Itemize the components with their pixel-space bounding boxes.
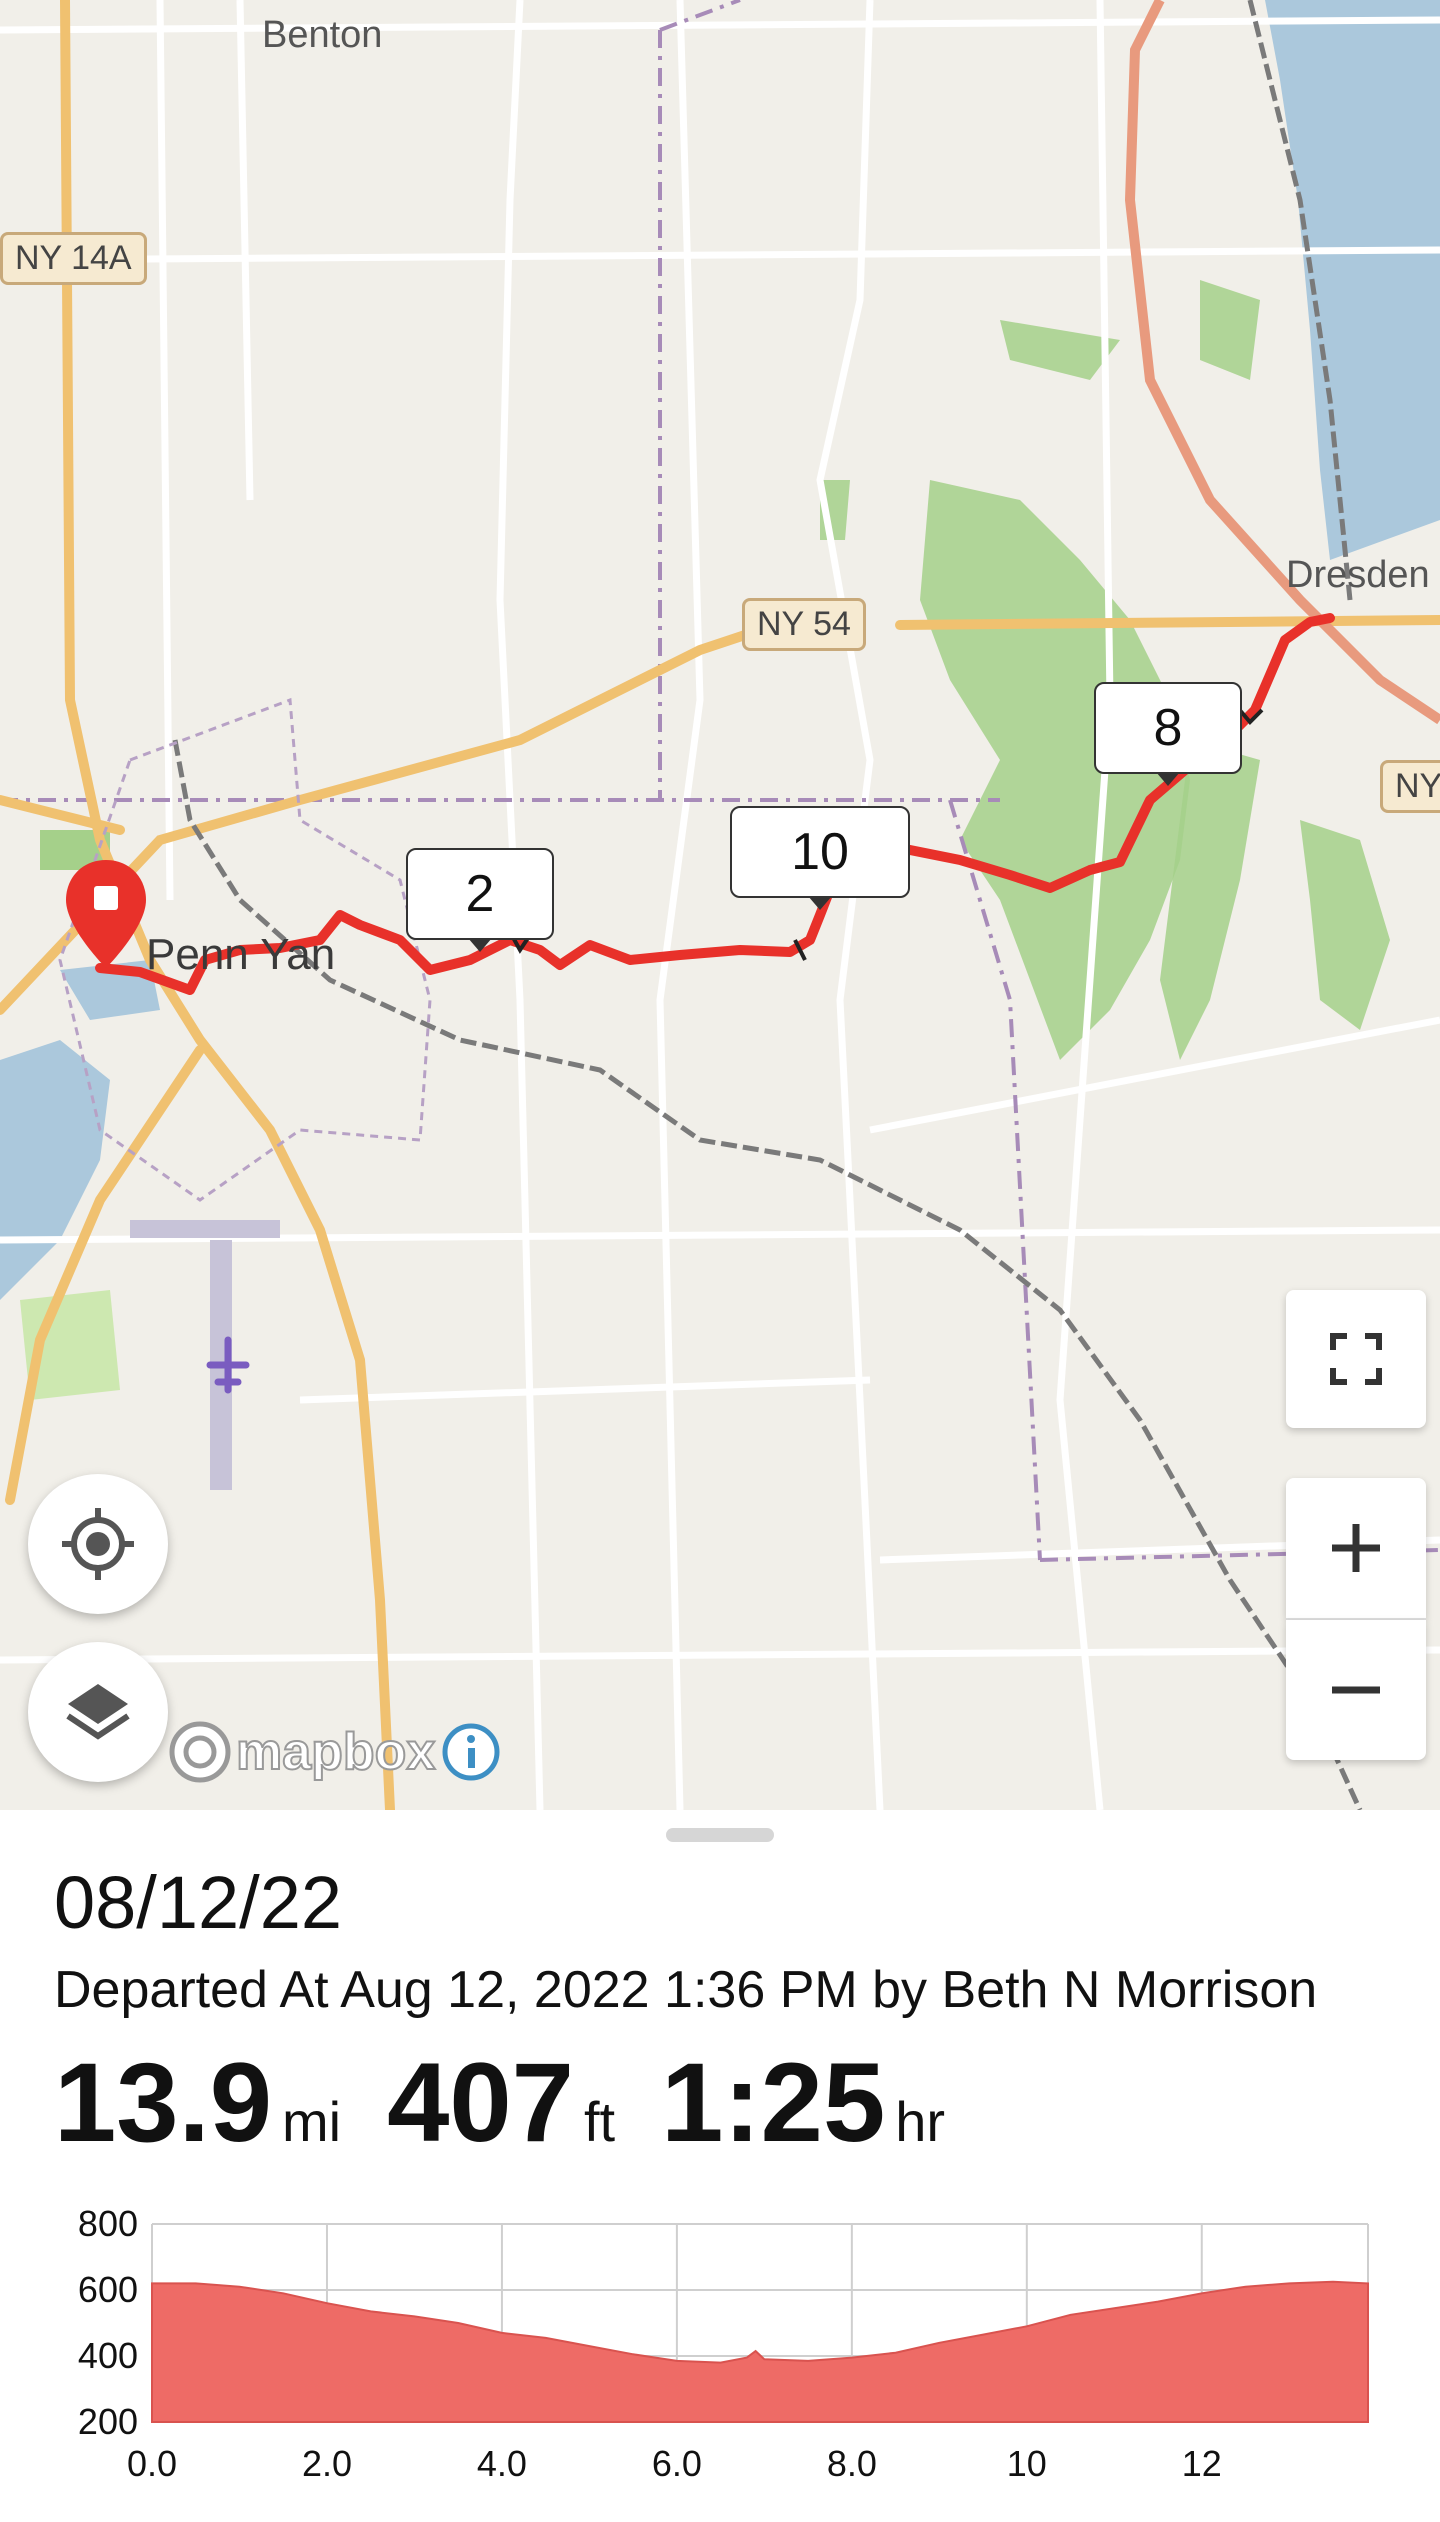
trip-stats: 13.9 mi 407 ft 1:25 hr [54, 2038, 991, 2167]
y-tick-label: 800 [78, 2203, 138, 2244]
place-label-dresden: Dresden [1286, 554, 1430, 596]
mile-marker[interactable]: 2 [406, 848, 554, 952]
minus-icon [1332, 1686, 1380, 1694]
distance-value: 13.9 [54, 2040, 272, 2165]
elevation-gain-value: 407 [387, 2040, 574, 2165]
map-base-layer [0, 0, 1440, 1810]
elevation-unit: ft [583, 2090, 616, 2153]
distance-unit: mi [281, 2090, 342, 2153]
seneca-lake-water [1265, 0, 1440, 560]
start-pin-icon[interactable] [62, 856, 150, 972]
road-shield-ny14a: NY 14A [0, 232, 147, 285]
mapbox-logo-icon [169, 1721, 231, 1783]
zoom-out-button[interactable] [1286, 1620, 1426, 1760]
x-tick-label: 6.0 [652, 2443, 702, 2484]
x-tick-label: 12 [1182, 2443, 1222, 2484]
y-tick-label: 600 [78, 2269, 138, 2310]
elevation-area [151, 2280, 1369, 2423]
mile-marker[interactable]: 10 [730, 806, 910, 910]
x-tick-label: 8.0 [827, 2443, 877, 2484]
mapbox-wordmark: mapbox [235, 1722, 436, 1782]
layers-button[interactable] [28, 1642, 168, 1782]
road-shield-ny: NY [1380, 760, 1440, 813]
plus-icon [1332, 1524, 1380, 1572]
zoom-in-button[interactable] [1286, 1478, 1426, 1618]
fullscreen-icon [1330, 1333, 1382, 1385]
map-view[interactable]: Benton Penn Yan Dresden NY 14A NY 54 NY … [0, 0, 1440, 1810]
road-shield-ny54: NY 54 [742, 598, 866, 651]
y-axis-labels: 800 600 400 200 [78, 2203, 138, 2442]
x-axis-labels: 0.0 2.0 4.0 6.0 8.0 10 12 [127, 2443, 1222, 2484]
mile-marker[interactable]: 8 [1094, 682, 1242, 786]
locate-button[interactable] [28, 1474, 168, 1614]
place-label-penn-yan: Penn Yan [146, 930, 336, 979]
mapbox-attribution[interactable]: mapbox [168, 1720, 501, 1784]
x-tick-label: 0.0 [127, 2443, 177, 2484]
fullscreen-button[interactable] [1286, 1290, 1426, 1428]
info-icon[interactable] [441, 1722, 501, 1782]
trip-departed-text: Departed At Aug 12, 2022 1:36 PM by Beth… [54, 1961, 1318, 2019]
crosshair-icon [62, 1508, 134, 1580]
x-tick-label: 10 [1007, 2443, 1047, 2484]
x-tick-label: 4.0 [477, 2443, 527, 2484]
airport [130, 1220, 280, 1490]
place-label-benton: Benton [262, 14, 383, 56]
y-tick-label: 200 [78, 2401, 138, 2442]
y-tick-label: 400 [78, 2335, 138, 2376]
layers-icon [66, 1684, 130, 1740]
trip-date: 08/12/22 [54, 1861, 343, 1944]
duration-unit: hr [895, 2090, 946, 2153]
x-tick-label: 2.0 [302, 2443, 352, 2484]
sheet-drag-handle[interactable] [666, 1828, 774, 1842]
keuka-lake-water [0, 1040, 110, 1300]
duration-value: 1:25 [661, 2040, 886, 2165]
elevation-chart[interactable]: 800 600 400 200 0.0 2.0 4.0 6.0 8.0 10 12 [0, 2180, 1440, 2522]
